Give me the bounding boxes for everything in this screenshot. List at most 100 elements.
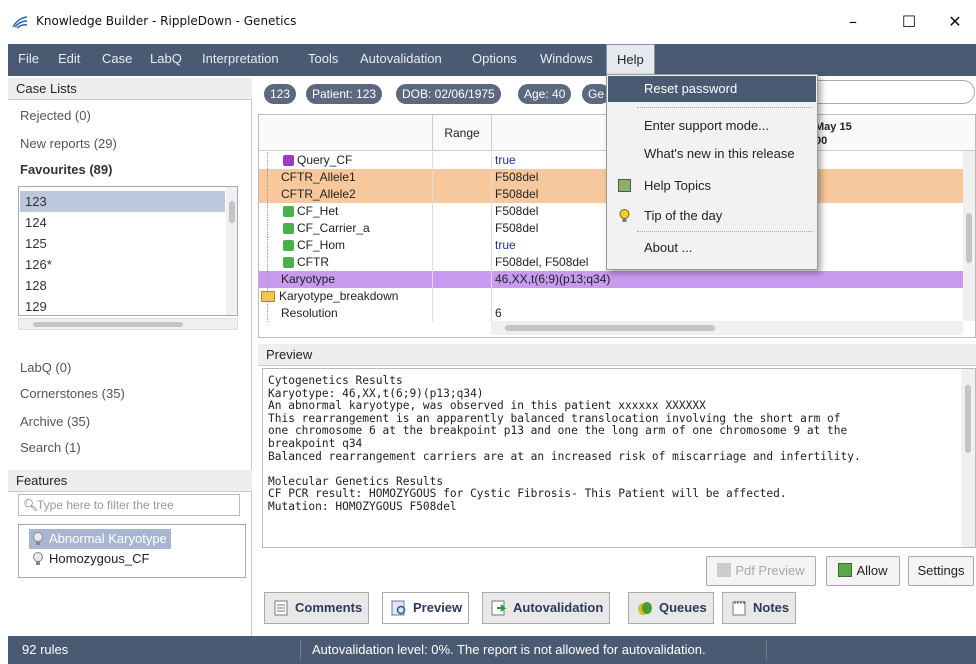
preview-scrollbar[interactable] — [961, 369, 975, 547]
title-bar: Knowledge Builder - RippleDown - Genetic… — [0, 0, 976, 44]
menu-file[interactable]: File — [14, 44, 43, 76]
case-item[interactable]: 129 — [20, 296, 225, 315]
status-separator — [300, 640, 301, 660]
minimize-button[interactable]: – — [830, 8, 876, 36]
new-reports-list[interactable]: New reports (29) — [20, 136, 117, 151]
tree-guide — [267, 220, 268, 237]
grid-row[interactable]: Resolution 6 — [259, 305, 963, 322]
queues-icon — [638, 602, 652, 615]
preview-header: Preview — [258, 344, 976, 366]
grid-row-range — [432, 169, 492, 186]
menu-labq[interactable]: LabQ — [146, 44, 186, 76]
preview-line: Cytogenetics Results — [268, 374, 403, 387]
tab-comments[interactable]: Comments — [264, 592, 370, 624]
rule-icon — [283, 206, 294, 217]
grid-row-range — [432, 288, 492, 305]
menu-edit[interactable]: Edit — [54, 44, 84, 76]
grid-row-range — [432, 237, 492, 254]
case-lists-header: Case Lists — [8, 78, 252, 100]
case-item[interactable]: 125 — [20, 233, 225, 254]
grid-row-range — [432, 203, 492, 220]
feature-label: Homozygous_CF — [49, 551, 150, 566]
bulb-icon — [33, 552, 43, 565]
grid-row[interactable]: Karyotype 46,XX,t(6;9)(p13;q34) — [259, 271, 963, 288]
cornerstones-list[interactable]: Cornerstones (35) — [20, 386, 125, 401]
grid-hscrollbar[interactable] — [491, 321, 963, 335]
menu-case[interactable]: Case — [98, 44, 136, 76]
pdf-preview-button[interactable]: Pdf Preview — [706, 556, 816, 586]
archive-list[interactable]: Archive (35) — [20, 414, 90, 429]
case-item[interactable]: 126* — [20, 254, 225, 275]
feature-filter-input[interactable]: 🔍︎ Type here to filter the tree — [18, 494, 240, 516]
case-item[interactable]: 128 — [20, 275, 225, 296]
grid-row[interactable]: Karyotype_breakdown — [259, 288, 963, 305]
query-icon — [283, 155, 294, 166]
preview-line: one chromosome 6 at the breakpoint p13 a… — [268, 424, 848, 438]
grid-row-range — [432, 186, 492, 203]
close-button[interactable]: ✕ — [932, 8, 976, 36]
search-list[interactable]: Search (1) — [20, 440, 81, 455]
about-item[interactable]: About ... — [608, 235, 816, 261]
case-list-scrollbar[interactable] — [226, 187, 237, 315]
bulb-icon — [33, 532, 43, 545]
menu-separator — [637, 107, 813, 108]
grid-row-range — [432, 271, 492, 288]
tree-guide — [267, 186, 268, 203]
rejected-list[interactable]: Rejected (0) — [20, 108, 91, 123]
help-topics-item[interactable]: Help Topics — [608, 173, 816, 199]
grid-row-name: CF_Hom — [297, 238, 346, 252]
features-header: Features — [8, 470, 252, 492]
rule-icon — [283, 257, 294, 268]
labq-list[interactable]: LabQ (0) — [20, 360, 71, 375]
menu-help[interactable]: Help — [606, 44, 655, 76]
preview-line — [268, 463, 945, 476]
tab-notes[interactable]: Notes — [722, 592, 797, 624]
grid-row-range — [432, 220, 492, 237]
menu-separator — [637, 231, 813, 232]
menu-tools[interactable]: Tools — [304, 44, 342, 76]
case-item[interactable]: 124 — [20, 212, 225, 233]
case-item[interactable]: 123 — [20, 191, 225, 212]
help-menu-dropdown: Reset password Enter support mode... Wha… — [606, 74, 818, 270]
tree-guide — [267, 169, 268, 186]
tab-queues[interactable]: Queues — [628, 592, 714, 624]
preview-icon — [391, 600, 406, 616]
menu-options[interactable]: Options — [468, 44, 521, 76]
grid-row-name: CFTR — [297, 255, 329, 269]
tree-guide — [267, 203, 268, 220]
feature-tree: Abnormal Karyotype Homozygous_CF — [18, 524, 246, 578]
filter-placeholder: Type here to filter the tree — [37, 498, 174, 512]
report-preview[interactable]: Cytogenetics Results Karyotype: 46,XX,t(6… — [262, 368, 976, 548]
grid-vscrollbar[interactable] — [963, 151, 975, 321]
preview-line: breakpoint q34 — [268, 436, 363, 450]
tree-guide — [267, 305, 268, 322]
maximize-button[interactable]: ☐ — [886, 8, 932, 36]
status-separator — [766, 640, 767, 660]
settings-button[interactable]: Settings — [908, 556, 974, 586]
reset-password-item[interactable]: Reset password — [608, 76, 816, 102]
tip-of-the-day-item[interactable]: Tip of the day — [608, 203, 816, 229]
grid-row-value: true — [495, 153, 516, 167]
menu-interpretation[interactable]: Interpretation — [198, 44, 283, 76]
menu-autovalidation[interactable]: Autovalidation — [356, 44, 446, 76]
case-list-hscrollbar[interactable] — [18, 318, 238, 330]
pdf-icon — [717, 563, 732, 577]
grid-row-name: CFTR_Allele1 — [281, 170, 356, 184]
toolbar-search-field[interactable] — [815, 80, 975, 104]
allow-button[interactable]: Allow — [826, 556, 900, 586]
whats-new-item[interactable]: What's new in this release — [608, 141, 816, 167]
grid-row-value: 6 — [495, 306, 502, 320]
tab-preview[interactable]: Preview — [382, 592, 470, 624]
feature-item[interactable]: Abnormal Karyotype — [29, 529, 171, 549]
search-icon: 🔍︎ — [23, 498, 39, 512]
enter-support-mode-item[interactable]: Enter support mode... — [608, 113, 816, 139]
check-icon — [838, 563, 853, 577]
menu-bar: File Edit Case LabQ Interpretation Tools… — [8, 44, 976, 76]
menu-windows[interactable]: Windows — [536, 44, 597, 76]
tab-autovalidation[interactable]: Autovalidation — [482, 592, 611, 624]
favourites-list[interactable]: Favourites (89) — [20, 162, 112, 177]
rules-count: 92 rules — [22, 642, 69, 657]
feature-item[interactable]: Homozygous_CF — [29, 549, 153, 569]
tree-guide — [267, 152, 268, 169]
window-title: Knowledge Builder - RippleDown - Genetic… — [36, 14, 297, 28]
